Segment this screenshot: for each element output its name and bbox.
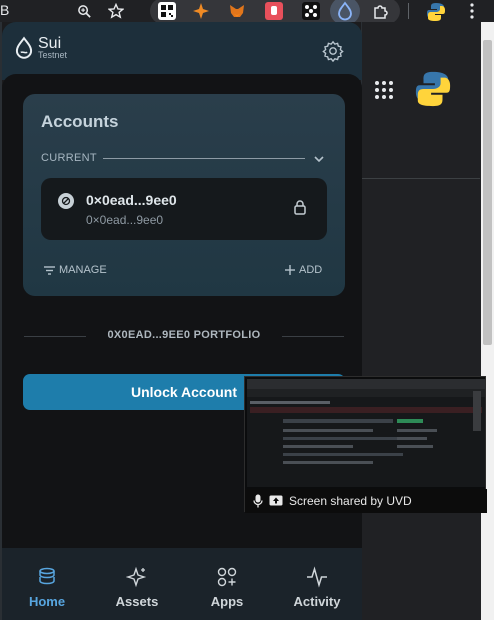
- accounts-card: Accounts CURRENT 0×0ead...9ee0 0×0ead...…: [23, 94, 345, 296]
- nav-apps-label: Apps: [210, 594, 244, 609]
- nav-activity[interactable]: Activity: [272, 548, 362, 620]
- microphone-icon[interactable]: [253, 494, 263, 508]
- nav-activity-label: Activity: [293, 594, 341, 609]
- toolbar-separator: [408, 3, 409, 19]
- account-row[interactable]: 0×0ead...9ee0 0×0ead...9ee0: [41, 178, 327, 240]
- filter-lines-icon: [44, 265, 55, 275]
- scrollbar-thumb[interactable]: [483, 40, 492, 345]
- nav-assets-label: Assets: [115, 594, 159, 609]
- python-icon[interactable]: [426, 2, 445, 21]
- add-label: ADD: [299, 264, 323, 276]
- screen-share-icon[interactable]: [269, 495, 283, 507]
- accounts-title: Accounts: [41, 112, 119, 131]
- page-divider: [362, 178, 480, 179]
- screen-share-overlay[interactable]: Screen shared by UVD: [244, 376, 487, 513]
- puzzle-extension-icon[interactable]: [372, 2, 390, 20]
- qr-extension-icon[interactable]: [158, 2, 176, 20]
- bottom-nav: Home Assets Apps Activity: [2, 548, 362, 620]
- red-extension-icon[interactable]: [265, 2, 283, 20]
- sui-wallet-extension-icon: [336, 1, 354, 21]
- nav-home-label: Home: [28, 594, 66, 609]
- bookmark-star-icon[interactable]: [106, 1, 126, 21]
- plus-icon: [285, 265, 295, 275]
- coins-stack-icon: [39, 567, 55, 585]
- background-page: [362, 22, 494, 620]
- browser-toolbar: B: [0, 0, 494, 25]
- manage-button[interactable]: MANAGE: [44, 264, 107, 276]
- popup-content: Accounts CURRENT 0×0ead...9ee0 0×0ead...…: [2, 74, 362, 620]
- account-address: 0×0ead...9ee0: [86, 213, 164, 227]
- settings-gear-icon[interactable]: [322, 40, 344, 63]
- sui-logo: Sui Testnet: [14, 36, 67, 60]
- more-menu-icon[interactable]: [462, 1, 482, 21]
- apps-grid-icon: [217, 567, 237, 587]
- nav-apps[interactable]: Apps: [182, 548, 272, 620]
- zoom-icon[interactable]: [74, 1, 94, 21]
- add-account-button[interactable]: ADD: [285, 264, 322, 276]
- nav-assets[interactable]: Assets: [92, 548, 182, 620]
- dark-extension-icon[interactable]: [302, 2, 320, 20]
- lock-icon[interactable]: [293, 199, 307, 215]
- python-logo-icon: [414, 70, 452, 113]
- sparkle-icon: [126, 566, 147, 588]
- spark-extension-icon[interactable]: [192, 2, 210, 20]
- current-divider: [103, 158, 305, 159]
- logo-name: Sui: [38, 35, 62, 52]
- activity-pulse-icon: [307, 566, 327, 588]
- toolbar-fragment-text: B: [0, 2, 10, 18]
- popup-header: Sui Testnet: [2, 22, 362, 80]
- sui-drop-icon: [15, 36, 33, 59]
- manage-label: MANAGE: [59, 264, 107, 276]
- chevron-down-icon[interactable]: [313, 152, 325, 164]
- account-name: 0×0ead...9ee0: [86, 192, 177, 208]
- blocked-icon: [61, 196, 71, 206]
- screen-share-bar: Screen shared by UVD: [245, 489, 487, 513]
- sui-wallet-popup: Sui Testnet Accounts CURRENT 0×0ead...9e…: [0, 22, 362, 620]
- apps-grid-icon[interactable]: [374, 80, 394, 105]
- shared-screen-thumbnail: [247, 379, 485, 487]
- nav-home[interactable]: Home: [2, 548, 92, 620]
- screen-share-text: Screen shared by UVD: [289, 494, 412, 508]
- metamask-extension-icon[interactable]: [228, 2, 246, 20]
- network-label: Testnet: [38, 50, 68, 60]
- portfolio-label: 0X0EAD...9EE0 PORTFOLIO: [107, 329, 261, 341]
- account-avatar: [58, 193, 74, 209]
- current-label: CURRENT: [41, 152, 97, 164]
- portfolio-divider-right: [282, 336, 344, 337]
